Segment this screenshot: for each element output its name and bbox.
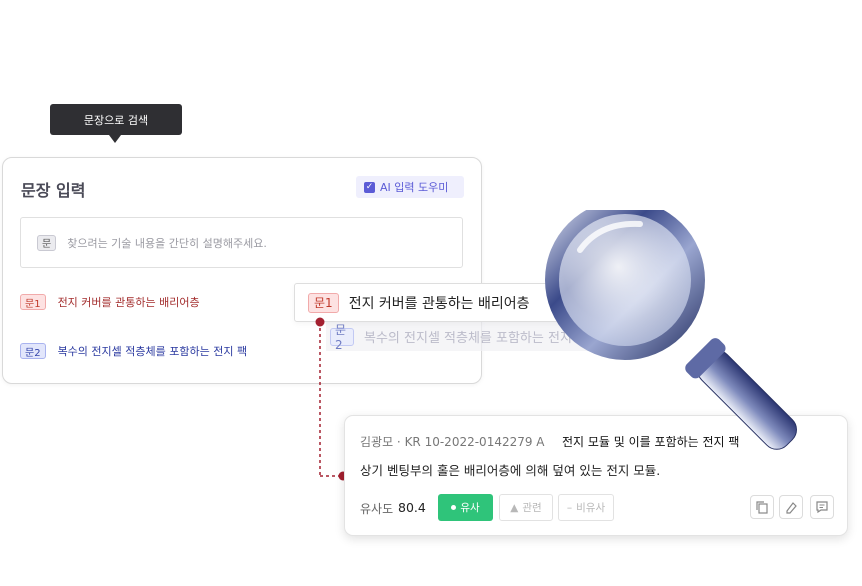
patent-claim-text: 상기 벤팅부의 홀은 배리어층에 의해 덮여 있는 전지 모듈. (360, 463, 661, 478)
copy-icon[interactable] (750, 495, 774, 519)
dissimilar-button[interactable]: – 비유사 (558, 494, 614, 521)
similarity-label: 유사도 (360, 502, 394, 516)
comment-icon[interactable] (810, 495, 834, 519)
similar-label: 유사 (460, 502, 480, 514)
similar-button[interactable]: 유사 (438, 494, 493, 521)
triangle-up-icon: ▲ (510, 501, 519, 514)
highlight-icon[interactable] (779, 495, 803, 519)
patent-meta: 김광모 · KR 10-2022-0142279 A (360, 435, 545, 449)
dissimilar-label: 비유사 (576, 502, 606, 514)
magnifier-icon (545, 210, 797, 450)
minus-icon: – (566, 501, 573, 514)
dot-icon (451, 505, 457, 510)
related-label: 관련 (522, 502, 542, 514)
similarity-value: 80.4 (398, 500, 426, 515)
related-button[interactable]: ▲ 관련 (499, 494, 553, 521)
